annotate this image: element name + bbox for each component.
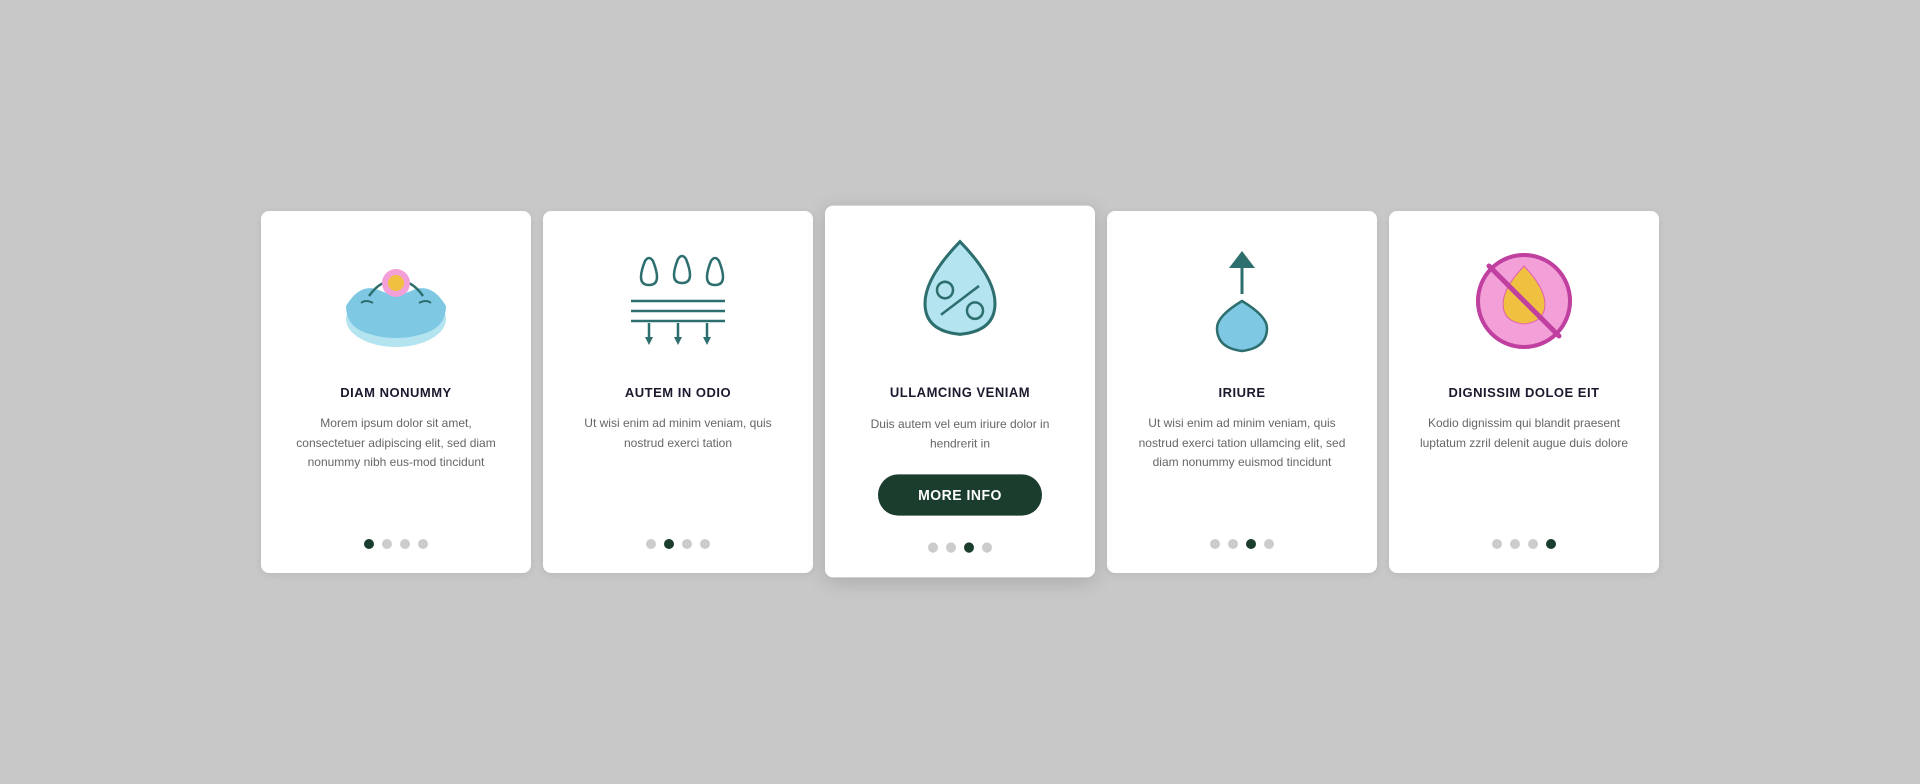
more-info-button[interactable]: MORE INFO	[878, 475, 1042, 516]
dot	[664, 539, 674, 549]
dot	[1228, 539, 1238, 549]
card-4-title: IRIURE	[1218, 385, 1265, 400]
dot	[1546, 539, 1556, 549]
card-2-text: Ut wisi enim ad minim veniam, quis nostr…	[567, 414, 789, 508]
card-2-title: AUTEM IN ODIO	[625, 385, 731, 400]
water-percent-icon	[900, 237, 1020, 361]
dot	[646, 539, 656, 549]
card-4: IRIURE Ut wisi enim ad minim veniam, qui…	[1107, 211, 1377, 572]
card-1-title: DIAM NONUMMY	[340, 385, 451, 400]
card-1-text: Morem ipsum dolor sit amet, consectetuer…	[285, 414, 507, 508]
dot	[982, 543, 992, 553]
card-2-dots	[646, 529, 710, 549]
dot	[964, 543, 974, 553]
card-5: DIGNISSIM DOLOE EIT Kodio dignissim qui …	[1389, 211, 1659, 572]
diaper-icon	[336, 241, 456, 361]
card-3-text: Duis autem vel eum iriure dolor in hendr…	[849, 415, 1071, 455]
dot	[928, 543, 938, 553]
dot	[700, 539, 710, 549]
dot	[1264, 539, 1274, 549]
water-up-icon	[1182, 241, 1302, 361]
card-1-dots	[364, 529, 428, 549]
dot	[946, 543, 956, 553]
water-filter-icon	[618, 241, 738, 361]
card-3-dots	[928, 533, 992, 554]
dot	[682, 539, 692, 549]
dot	[364, 539, 374, 549]
card-5-title: DIGNISSIM DOLOE EIT	[1448, 385, 1599, 400]
card-3-title: ULLAMCING VENIAM	[890, 385, 1030, 400]
dot	[418, 539, 428, 549]
card-1: DIAM NONUMMY Morem ipsum dolor sit amet,…	[261, 211, 531, 572]
dot	[1246, 539, 1256, 549]
no-drop-icon	[1464, 241, 1584, 361]
dot	[400, 539, 410, 549]
card-4-dots	[1210, 529, 1274, 549]
dot	[1210, 539, 1220, 549]
card-5-text: Kodio dignissim qui blandit praesent lup…	[1413, 414, 1635, 508]
dot	[1528, 539, 1538, 549]
dot	[1492, 539, 1502, 549]
dot	[1510, 539, 1520, 549]
cards-container: DIAM NONUMMY Morem ipsum dolor sit amet,…	[201, 171, 1719, 612]
card-5-dots	[1492, 529, 1556, 549]
dot	[382, 539, 392, 549]
card-4-text: Ut wisi enim ad minim veniam, quis nostr…	[1131, 414, 1353, 508]
card-3: ULLAMCING VENIAM Duis autem vel eum iriu…	[825, 206, 1095, 578]
card-2: AUTEM IN ODIO Ut wisi enim ad minim veni…	[543, 211, 813, 572]
